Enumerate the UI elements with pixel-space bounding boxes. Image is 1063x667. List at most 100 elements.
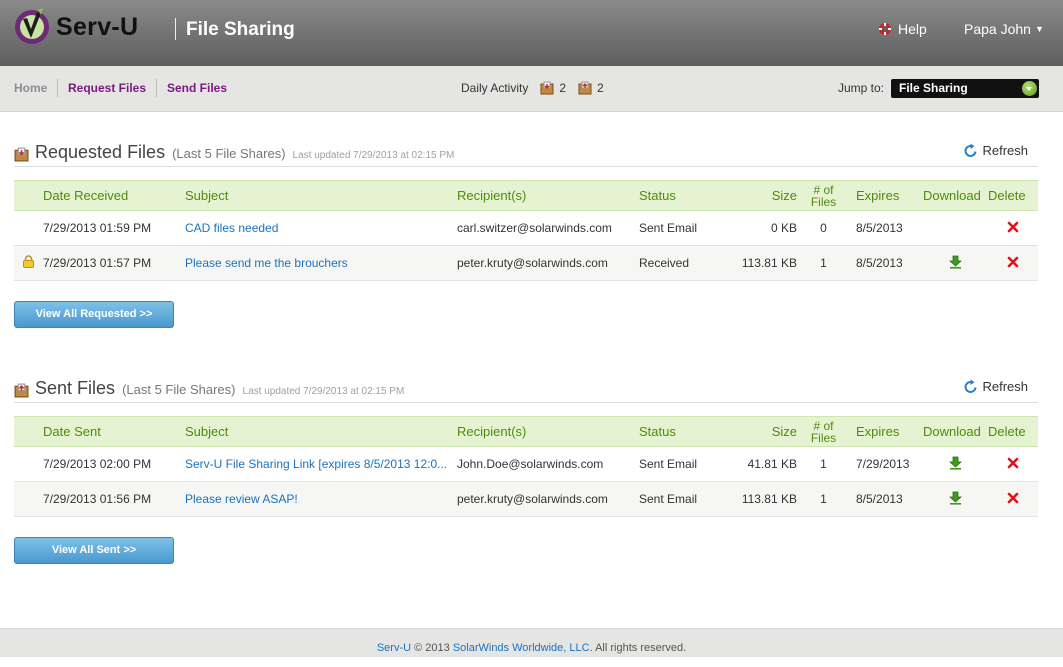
status-cell: Sent Email	[639, 210, 741, 246]
jump-to-value: File Sharing	[899, 81, 968, 95]
sent-files-subtitle: (Last 5 File Shares)	[122, 382, 236, 397]
subject-cell: CAD files needed	[185, 210, 457, 246]
delete-cell	[988, 481, 1038, 517]
col-lock	[14, 180, 43, 211]
footer-rights: . All rights reserved.	[589, 642, 687, 654]
recipient-cell: carl.switzer@solarwinds.com	[457, 210, 639, 246]
col-expires[interactable]: Expires	[850, 416, 923, 447]
status-cell: Sent Email	[639, 481, 741, 517]
sent-files-title: Sent Files	[35, 378, 116, 398]
refresh-requested-button[interactable]: Refresh	[964, 143, 1028, 158]
requested-files-title: Requested Files	[35, 142, 166, 162]
app-header: Serv-U File Sharing Help Papa John ▼	[0, 0, 1063, 66]
daily-requested-count: 2	[559, 81, 567, 95]
requested-box-icon	[14, 147, 29, 162]
subject-cell: Please send me the brouchers	[185, 245, 457, 281]
recipient-cell: John.Doe@solarwinds.com	[457, 446, 639, 482]
download-cell	[923, 481, 988, 517]
download-arrow-icon[interactable]	[948, 491, 963, 505]
col-num-files-line2: Files	[810, 194, 837, 209]
expires-cell: 8/5/2013	[850, 245, 923, 281]
date-cell: 7/29/2013 01:56 PM	[43, 481, 185, 517]
view-all-sent-button[interactable]: View All Sent >>	[14, 537, 174, 564]
nav-home[interactable]: Home	[14, 81, 47, 95]
download-cell	[923, 245, 988, 281]
view-all-requested-button[interactable]: View All Requested >>	[14, 301, 174, 328]
download-arrow-icon[interactable]	[948, 456, 963, 470]
refresh-sent-button[interactable]: Refresh	[964, 379, 1028, 394]
table-row[interactable]: 7/29/2013 01:56 PM Please review ASAP! pet…	[14, 481, 1038, 517]
col-download: Download	[923, 180, 988, 211]
subject-link[interactable]: CAD files needed	[185, 221, 278, 235]
col-recipients[interactable]: Recipient(s)	[457, 416, 639, 447]
col-date-sent[interactable]: Date Sent	[43, 416, 185, 447]
refresh-icon	[965, 379, 977, 393]
nav-send-files[interactable]: Send Files	[167, 81, 227, 95]
size-cell: 41.81 KB	[741, 446, 797, 482]
col-subject[interactable]: Subject	[185, 180, 457, 211]
num-files-cell: 1	[797, 245, 850, 281]
col-delete: Delete	[988, 416, 1038, 447]
date-cell: 7/29/2013 02:00 PM	[43, 446, 185, 482]
delete-icon[interactable]	[1007, 221, 1019, 233]
section-title: Requested Files (Last 5 File Shares) Las…	[35, 142, 454, 163]
help-link[interactable]: Help	[878, 21, 927, 37]
jump-to-label: Jump to:	[838, 81, 885, 95]
delete-cell	[988, 446, 1038, 482]
refresh-label: Refresh	[982, 379, 1028, 394]
col-size[interactable]: Size	[741, 180, 797, 211]
brand-name: Serv-U	[56, 13, 139, 41]
lock-cell	[14, 245, 43, 281]
size-cell: 0 KB	[741, 210, 797, 246]
delete-icon[interactable]	[1007, 457, 1019, 469]
table-row[interactable]: 7/29/2013 01:59 PM CAD files needed carl.s…	[14, 210, 1038, 246]
table-header-row: Date Sent Subject Recipient(s) Status Si…	[14, 416, 1038, 447]
requested-files-header: Requested Files (Last 5 File Shares) Las…	[14, 139, 1038, 167]
delete-cell	[988, 210, 1038, 246]
col-subject[interactable]: Subject	[185, 416, 457, 447]
col-delete: Delete	[988, 180, 1038, 211]
col-status[interactable]: Status	[639, 180, 741, 211]
col-size[interactable]: Size	[741, 416, 797, 447]
download-arrow-icon[interactable]	[948, 255, 963, 269]
nav-divider	[156, 79, 157, 97]
sent-box-icon	[578, 81, 592, 95]
expires-cell: 8/5/2013	[850, 481, 923, 517]
table-header-row: Date Received Subject Recipient(s) Statu…	[14, 180, 1038, 211]
user-name: Papa John	[964, 21, 1031, 37]
requested-box-icon	[540, 81, 554, 95]
download-cell	[923, 446, 988, 482]
subject-cell: Please review ASAP!	[185, 481, 457, 517]
chevron-down-icon: ▼	[1034, 24, 1044, 34]
status-cell: Received	[639, 245, 741, 281]
daily-activity-label: Daily Activity	[461, 81, 529, 95]
col-status[interactable]: Status	[639, 416, 741, 447]
table-row[interactable]: 7/29/2013 01:57 PM Please send me the bro…	[14, 245, 1038, 281]
serv-u-logo[interactable]	[14, 7, 50, 45]
expires-cell: 8/5/2013	[850, 210, 923, 246]
footer-company-link[interactable]: SolarWinds Worldwide, LLC	[453, 642, 590, 654]
jump-to-select[interactable]: File Sharing	[891, 79, 1039, 98]
footer-product-link[interactable]: Serv-U	[377, 642, 411, 654]
num-files-cell: 0	[797, 210, 850, 246]
expires-cell: 7/29/2013	[850, 446, 923, 482]
subject-link[interactable]: Please send me the brouchers	[185, 256, 348, 270]
lock-icon	[23, 255, 34, 268]
sent-files-header: Sent Files (Last 5 File Shares) Last upd…	[14, 375, 1038, 403]
subject-link[interactable]: Please review ASAP!	[185, 492, 298, 506]
user-menu[interactable]: Papa John ▼	[964, 21, 1044, 37]
col-num-files[interactable]: # of Files	[797, 180, 850, 211]
delete-icon[interactable]	[1007, 256, 1019, 268]
delete-icon[interactable]	[1007, 492, 1019, 504]
subject-link[interactable]: Serv-U File Sharing Link [expires 8/5/20…	[185, 457, 447, 471]
recipient-cell: peter.kruty@solarwinds.com	[457, 481, 639, 517]
col-expires[interactable]: Expires	[850, 180, 923, 211]
table-row[interactable]: 7/29/2013 02:00 PM Serv-U File Sharing Li…	[14, 446, 1038, 482]
section-title: Sent Files (Last 5 File Shares) Last upd…	[35, 378, 404, 399]
status-cell: Sent Email	[639, 446, 741, 482]
col-num-files[interactable]: # of Files	[797, 416, 850, 447]
col-date-received[interactable]: Date Received	[43, 180, 185, 211]
daily-activity: Daily Activity 2 2	[461, 81, 616, 95]
nav-request-files[interactable]: Request Files	[68, 81, 146, 95]
col-recipients[interactable]: Recipient(s)	[457, 180, 639, 211]
